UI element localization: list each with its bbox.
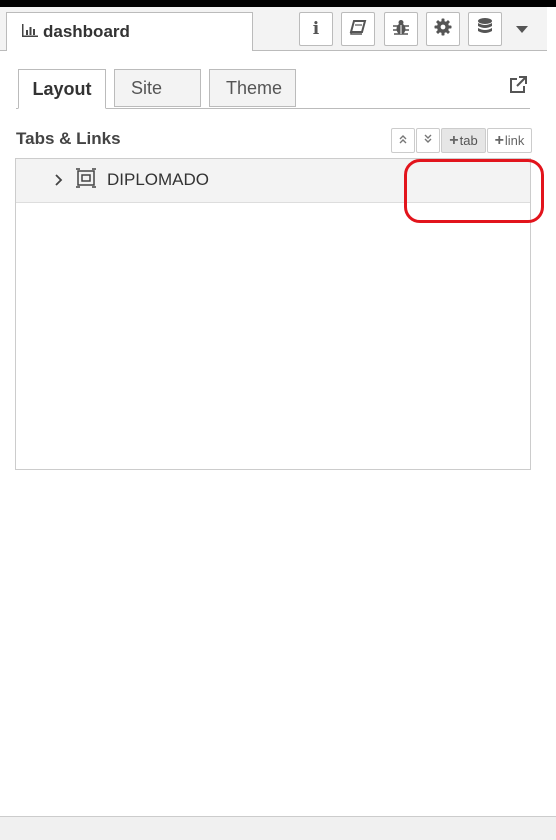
annotation-highlight-ring (404, 159, 544, 223)
add-link-label: link (504, 133, 525, 148)
tree-item-label: DIPLOMADO (107, 170, 210, 189)
config-button[interactable] (426, 12, 460, 46)
sidebar-tab-dashboard[interactable]: dashboard (6, 12, 253, 51)
info-icon: i (312, 19, 320, 39)
sidebar-header: dashboard i (0, 7, 547, 51)
tab-site[interactable]: Site (114, 69, 201, 107)
section-title: Tabs & Links (16, 129, 121, 148)
add-tab-label: tab (459, 133, 478, 148)
sidebar-footer (0, 816, 556, 840)
tab-layout[interactable]: Layout (18, 69, 106, 109)
double-chevron-up-icon (398, 133, 408, 148)
tab-layout-label: Layout (32, 78, 92, 99)
tab-site-label: Site (131, 77, 163, 98)
window-top-bar (0, 0, 556, 7)
chevron-right-icon[interactable] (54, 173, 64, 192)
help-button[interactable] (341, 12, 375, 46)
dashboard-subtabs: Layout Site Theme (16, 68, 530, 109)
database-icon (476, 17, 494, 42)
dashboard-tab-icon (75, 168, 97, 193)
expand-all-button[interactable] (416, 128, 440, 153)
tab-theme[interactable]: Theme (209, 69, 296, 107)
collapse-all-button[interactable] (391, 128, 415, 153)
add-link-button[interactable]: + link (487, 128, 532, 153)
sidebar-menu-dropdown-icon[interactable] (516, 26, 528, 33)
plus-icon: + (449, 131, 459, 149)
gear-icon (434, 18, 452, 41)
info-button[interactable]: i (299, 12, 333, 46)
debug-button[interactable] (384, 12, 418, 46)
dashboard-panel: Layout Site Theme Tabs & Links + tab + l… (0, 51, 548, 816)
add-tab-button[interactable]: + tab (441, 128, 486, 153)
bug-icon (392, 18, 410, 41)
context-data-button[interactable] (468, 12, 502, 46)
tab-theme-label: Theme (226, 77, 283, 98)
sidebar-tab-label: dashboard (43, 22, 130, 41)
book-icon (349, 19, 367, 40)
double-chevron-down-icon (423, 133, 433, 148)
chart-icon (21, 22, 43, 43)
external-link-icon[interactable] (508, 75, 528, 100)
plus-icon: + (494, 131, 504, 149)
panel-edge (547, 7, 556, 839)
